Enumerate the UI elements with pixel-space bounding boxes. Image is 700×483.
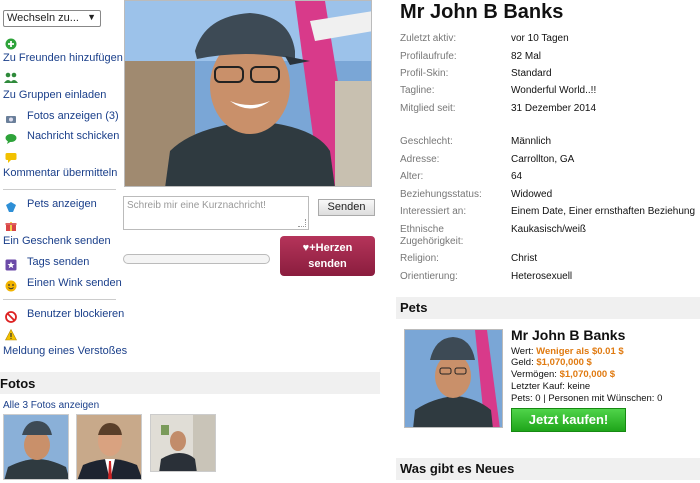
- divider: [3, 189, 116, 190]
- gift-icon: [5, 222, 17, 231]
- field-value: Standard: [511, 68, 552, 79]
- field-value: Männlich: [511, 136, 552, 147]
- photo-thumbnail-image: [77, 415, 141, 479]
- switch-to-label: Wechseln zu...: [7, 12, 79, 24]
- group-icon: [4, 72, 18, 83]
- field-label: Mitglied seit:: [400, 103, 456, 114]
- field-label: Ethnische Zugehörigkeit:: [400, 224, 464, 247]
- pet-last-buy: Letzter Kauf: keine: [511, 381, 591, 392]
- send-gift-link[interactable]: Ein Geschenk senden: [3, 235, 111, 247]
- paw-icon: [6, 202, 16, 212]
- camera-icon: [6, 116, 16, 123]
- field-value: Christ: [511, 253, 538, 264]
- field-label: Orientierung:: [400, 271, 458, 282]
- short-message-placeholder: Schreib mir eine Kurznachricht!: [127, 200, 266, 211]
- show-photos-link[interactable]: Fotos anzeigen (3): [27, 110, 119, 122]
- photo-thumbnail-image: [4, 415, 68, 479]
- tag-icon: [5, 259, 17, 271]
- field-value: Heterosexuell: [511, 271, 573, 282]
- hearts-label-line2: senden: [308, 258, 347, 270]
- plus-circle-icon: [5, 38, 17, 50]
- add-friend-link[interactable]: Zu Freunden hinzufügen: [3, 52, 123, 64]
- warning-icon: [5, 329, 17, 341]
- report-link[interactable]: Meldung eines Verstoßes: [3, 345, 127, 357]
- fotos-title: Fotos: [0, 376, 36, 391]
- send-comment-link[interactable]: Kommentar übermitteln: [3, 167, 117, 179]
- field-value: Kaukasisch/weiß: [511, 224, 587, 235]
- photo-thumbnail-image: [151, 415, 215, 471]
- pet-money: Geld: $1,070,000 $: [511, 357, 592, 368]
- field-label: Beziehungsstatus:: [400, 189, 482, 200]
- field-label: Religion:: [400, 253, 439, 264]
- pet-assets-value: $1,070,000 $: [559, 369, 616, 380]
- field-label: Zuletzt aktiv:: [400, 33, 457, 44]
- field-label: Adresse:: [400, 154, 440, 165]
- profile-photo-image: [125, 1, 371, 186]
- pet-worth-value: Weniger als $0.01 $: [536, 346, 624, 357]
- switch-to-select[interactable]: Wechseln zu... ▼: [3, 10, 101, 27]
- field-value: Carrollton, GA: [511, 154, 575, 165]
- field-value: Wonderful World..!!: [511, 85, 597, 96]
- pet-worth-label: Wert:: [511, 346, 534, 357]
- pet-money-value: $1,070,000 $: [536, 357, 592, 368]
- pets-header: [396, 297, 700, 319]
- send-message-link[interactable]: Nachricht schicken: [27, 130, 119, 142]
- pet-money-label: Geld:: [511, 357, 534, 368]
- show-pets-link[interactable]: Pets anzeigen: [27, 198, 97, 210]
- news-title: Was gibt es Neues: [400, 461, 515, 476]
- field-value: 31 Dezember 2014: [511, 103, 597, 114]
- resize-grip-icon[interactable]: [298, 219, 306, 227]
- pet-worth: Wert: Weniger als $0.01 $: [511, 346, 624, 357]
- photo-thumbnail[interactable]: [76, 414, 142, 480]
- smiley-icon: [5, 280, 17, 292]
- short-message-input[interactable]: Schreib mir eine Kurznachricht!: [123, 196, 309, 230]
- divider: [3, 299, 116, 300]
- pets-title: Pets: [400, 300, 428, 315]
- hearts-label: Herzen: [315, 242, 353, 254]
- block-icon: [5, 311, 17, 323]
- send-button[interactable]: Senden: [318, 199, 375, 216]
- field-label: Profil-Skin:: [400, 68, 449, 79]
- heart-plus-icon: ♥+: [302, 242, 316, 254]
- field-value: Einem Date, Einer ernsthaften Beziehung: [511, 206, 695, 217]
- hearts-progress-bar: [123, 254, 270, 264]
- field-label: Geschlecht:: [400, 136, 453, 147]
- pet-photo-image: [405, 330, 502, 427]
- profile-photo[interactable]: [124, 0, 372, 187]
- pet-name: Mr John B Banks: [511, 327, 626, 343]
- send-wink-link[interactable]: Einen Wink senden: [27, 277, 122, 289]
- send-hearts-button[interactable]: ♥+Herzen senden: [280, 236, 375, 276]
- pet-photo[interactable]: [404, 329, 503, 428]
- profile-name: Mr John B Banks: [400, 1, 564, 23]
- field-label: Alter:: [400, 171, 424, 182]
- field-label: Profilaufrufe:: [400, 51, 457, 62]
- field-value: Widowed: [511, 189, 553, 200]
- pet-wishes: Pets: 0 | Personen mit Wünschen: 0: [511, 393, 663, 404]
- all-photos-link[interactable]: Alle 3 Fotos anzeigen: [3, 400, 99, 411]
- pet-assets: Vermögen: $1,070,000 $: [511, 369, 615, 380]
- buy-now-button[interactable]: Jetzt kaufen!: [511, 408, 626, 432]
- chevron-down-icon: ▼: [87, 12, 96, 22]
- pet-assets-label: Vermögen:: [511, 369, 557, 380]
- comment-icon: [5, 153, 17, 163]
- fotos-header: [0, 372, 380, 394]
- field-value: 82 Mal: [511, 51, 542, 62]
- field-label: Tagline:: [400, 85, 435, 96]
- photo-thumbnail[interactable]: [150, 414, 216, 472]
- send-tags-link[interactable]: Tags senden: [27, 256, 89, 268]
- chat-bubble-icon: [5, 134, 17, 144]
- field-value: 64: [511, 171, 523, 182]
- invite-groups-link[interactable]: Zu Gruppen einladen: [3, 89, 106, 101]
- block-user-link[interactable]: Benutzer blockieren: [27, 308, 124, 320]
- field-label: Interessiert an:: [400, 206, 467, 217]
- photo-thumbnail[interactable]: [3, 414, 69, 480]
- field-value: vor 10 Tagen: [511, 33, 569, 44]
